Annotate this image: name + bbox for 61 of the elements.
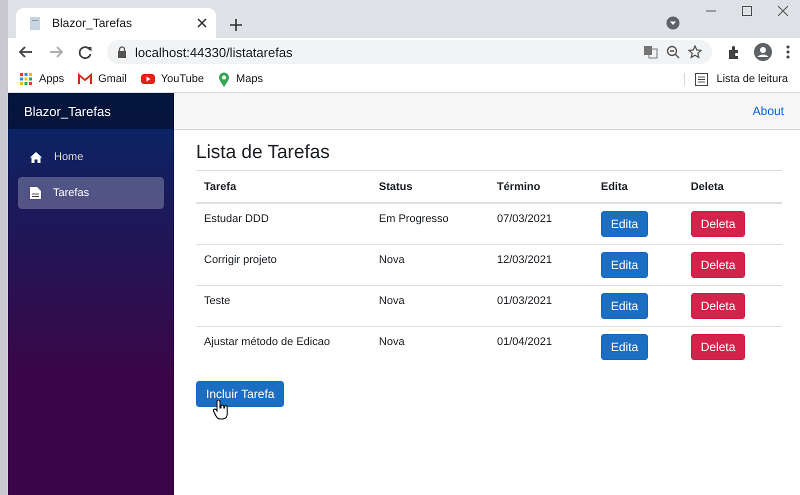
bookmark-link[interactable]: Gmail bbox=[78, 73, 127, 85]
play-icon bbox=[140, 74, 155, 84]
back-icon[interactable] bbox=[18, 45, 34, 59]
puzzle-icon[interactable] bbox=[726, 44, 740, 60]
table-cell: Nova bbox=[370, 326, 489, 367]
column-header: Tarefa bbox=[196, 170, 371, 203]
table-cell: 07/03/2021 bbox=[488, 203, 593, 244]
edit-button[interactable]: Edita bbox=[600, 292, 648, 318]
nav-link[interactable]: Home bbox=[18, 141, 164, 173]
about-link[interactable]: About bbox=[752, 104, 784, 118]
maximize-icon[interactable] bbox=[742, 6, 752, 16]
column-header: Término bbox=[488, 170, 593, 203]
close-icon[interactable] bbox=[778, 6, 788, 16]
translate-icon[interactable] bbox=[643, 45, 658, 59]
table-cell: 01/04/2021 bbox=[488, 326, 593, 367]
reading-list-link[interactable]: Lista de leitura bbox=[684, 72, 788, 86]
star-icon[interactable] bbox=[688, 45, 702, 59]
page-icon bbox=[28, 16, 42, 30]
table-cell: Em Progresso bbox=[370, 203, 489, 244]
address-bar[interactable]: localhost:44330/listatarefas bbox=[107, 40, 712, 64]
table-cell: Ajustar método de Edicao bbox=[196, 326, 371, 367]
column-header: Status bbox=[370, 170, 489, 203]
menu-icon[interactable] bbox=[786, 45, 790, 59]
bookmark-link[interactable]: Maps bbox=[218, 72, 263, 86]
browser-tab[interactable]: Blazor_Tarefas bbox=[16, 8, 216, 38]
table-cell: Nova bbox=[370, 285, 489, 326]
table-cell: Estudar DDD bbox=[196, 203, 371, 244]
column-header: Deleta bbox=[682, 170, 782, 203]
page-heading: Lista de Tarefas bbox=[196, 142, 331, 164]
edit-button[interactable]: Edita bbox=[600, 211, 648, 237]
list-icon bbox=[695, 72, 708, 86]
nav-link[interactable]: Tarefas bbox=[18, 177, 164, 209]
home-icon bbox=[30, 152, 42, 162]
bookmark-link[interactable]: YouTube bbox=[140, 73, 204, 85]
mail-icon bbox=[78, 73, 92, 85]
add-task-button[interactable]: Incluir Tarefa bbox=[196, 381, 284, 407]
new-tab-icon[interactable] bbox=[230, 19, 242, 31]
grid-icon bbox=[20, 72, 33, 86]
profile-icon[interactable] bbox=[754, 43, 772, 61]
app-brand: Blazor_Tarefas bbox=[8, 93, 174, 129]
close-tab-icon[interactable] bbox=[196, 17, 208, 29]
table-cell: 12/03/2021 bbox=[488, 244, 593, 285]
reload-icon[interactable] bbox=[78, 44, 93, 60]
hand-cursor-icon bbox=[212, 400, 229, 420]
delete-button[interactable]: Deleta bbox=[690, 252, 746, 278]
bookmark-link[interactable]: Apps bbox=[20, 72, 64, 86]
delete-button[interactable]: Deleta bbox=[690, 292, 746, 318]
table-cell: Nova bbox=[370, 244, 489, 285]
delete-button[interactable]: Deleta bbox=[690, 211, 746, 237]
pin-icon bbox=[218, 72, 230, 86]
zoom-out-icon[interactable] bbox=[666, 45, 680, 59]
dropdown-icon[interactable] bbox=[666, 16, 680, 30]
table-cell: 01/03/2021 bbox=[488, 285, 593, 326]
edit-button[interactable]: Edita bbox=[600, 334, 648, 360]
column-header: Edita bbox=[592, 170, 683, 203]
document-icon bbox=[30, 187, 41, 199]
table-cell: Corrigir projeto bbox=[196, 244, 371, 285]
edit-button[interactable]: Edita bbox=[600, 252, 648, 278]
lock-icon bbox=[117, 46, 127, 58]
delete-button[interactable]: Deleta bbox=[690, 334, 746, 360]
table-cell: Teste bbox=[196, 285, 371, 326]
